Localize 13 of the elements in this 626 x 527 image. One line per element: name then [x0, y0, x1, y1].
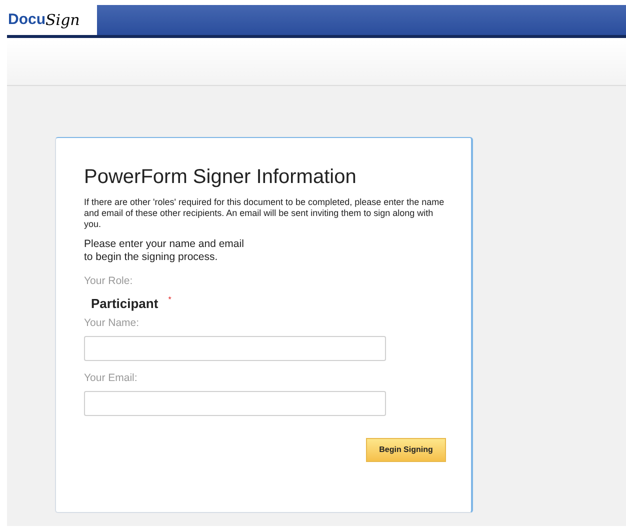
- form-title: PowerForm Signer Information: [84, 165, 358, 189]
- input-field[interactable]: [84, 336, 386, 361]
- logo: DocuSign: [7, 5, 97, 35]
- input-field[interactable]: [84, 390, 386, 416]
- field-label: Your Name:: [84, 316, 140, 332]
- role-value: Participant: [91, 294, 158, 313]
- instruction-text: to begin the signing process.: [84, 251, 219, 264]
- field-label: Your Email:: [84, 371, 138, 386]
- required-mark: *: [168, 294, 172, 306]
- form-note: If there are other 'roles' required for this document to be completed, please enter the name and email of these other recipients. An email will be sent inviting them to sign along with you.: [84, 197, 446, 230]
- role-label: Your Role:: [84, 274, 134, 289]
- begin-signing-button[interactable]: Begin Signing: [366, 438, 446, 462]
- instruction-text: Please enter your name and email: [84, 238, 245, 251]
